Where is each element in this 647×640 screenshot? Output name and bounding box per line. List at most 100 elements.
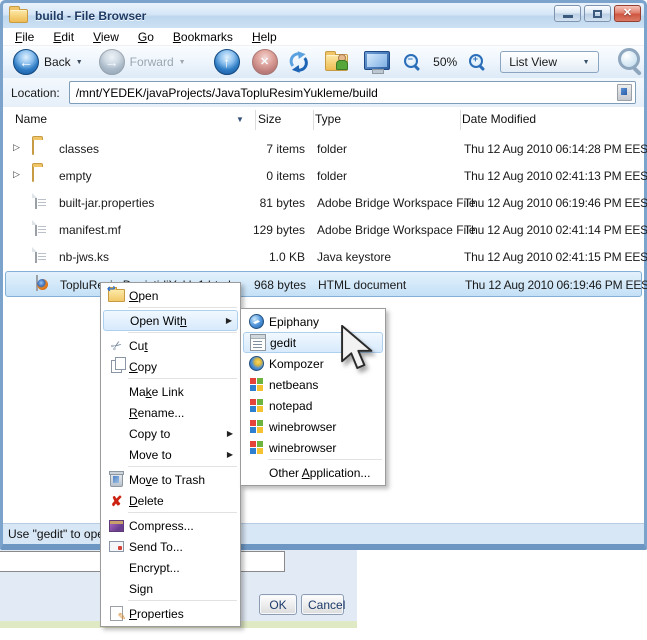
location-edit-icon[interactable] [617,84,632,101]
menu-item-open-with[interactable]: Open With ▶ [103,310,238,331]
menu-item-rename[interactable]: Rename... [103,402,238,423]
menu-item-cut[interactable]: ✂ Cut [103,335,238,356]
copy-icon [111,357,126,373]
context-menu: Open Open With ▶ ✂ Cut Copy Make Link Re… [100,282,241,627]
stop-button[interactable]: ✕ [251,49,278,75]
menu-item-delete[interactable]: ✘ Delete [103,490,238,511]
view-mode-select[interactable]: List View ▼ [500,51,599,73]
table-row-built-jar[interactable]: built-jar.properties 81 bytes Adobe Brid… [5,190,647,216]
submenu-item-winebrowser-1[interactable]: winebrowser [243,416,383,437]
file-date: Thu 12 Aug 2010 02:41:14 PM EEST [464,223,647,237]
menu-item-compress[interactable]: Compress... [103,515,238,536]
file-size: 7 items [266,142,305,156]
column-header-name[interactable]: Name [15,112,47,126]
menu-go[interactable]: Go [138,30,154,44]
back-label: Back [44,55,71,69]
submenu-item-netbeans[interactable]: netbeans [243,374,383,395]
file-size: 0 items [266,169,305,183]
column-header-type[interactable]: Type [315,112,341,126]
menu-edit[interactable]: Edit [53,30,74,44]
forward-button[interactable]: → [98,49,125,75]
menu-help[interactable]: Help [252,30,277,44]
cancel-button[interactable]: Cancel [301,594,345,615]
file-type: folder [317,142,348,156]
up-button[interactable]: ↑ [213,49,240,75]
menu-separator [128,600,237,601]
maximize-button[interactable] [584,5,611,22]
file-type: HTML document [318,278,407,292]
location-input-wrap [68,81,636,104]
menu-item-open[interactable]: Open [103,284,238,306]
submenu-item-notepad[interactable]: notepad [243,395,383,416]
folder-icon [32,166,34,182]
table-row-classes[interactable]: ▷ classes 7 items folder Thu 12 Aug 2010… [5,136,647,162]
file-icon [35,247,46,263]
menu-file[interactable]: File [15,30,34,44]
gedit-icon [249,334,266,351]
table-row-empty[interactable]: ▷ empty 0 items folder Thu 12 Aug 2010 0… [5,163,647,189]
close-button[interactable]: ✕ [614,5,641,22]
minimize-button[interactable] [554,5,581,22]
menu-item-sign[interactable]: Sign [103,578,238,599]
refresh-icon[interactable] [286,50,311,74]
forward-dropdown-icon[interactable]: ▼ [179,59,186,66]
file-name: empty [59,169,92,183]
windows-logo-icon [250,378,263,391]
file-size: 81 bytes [259,196,305,210]
back-button[interactable]: ← [13,49,39,75]
menu-item-move-to[interactable]: Move to ▶ [103,444,238,465]
column-header-size[interactable]: Size [258,112,281,126]
back-dropdown-icon[interactable]: ▼ [76,59,83,66]
ok-button[interactable]: OK [259,594,297,615]
column-headers: Name ▼ Size Type Date Modified [3,107,644,134]
compress-icon [109,519,124,532]
epiphany-icon [249,314,264,329]
window-title: build - File Browser [35,8,147,23]
sort-descending-icon: ▼ [236,115,244,124]
expander-icon[interactable]: ▷ [13,142,20,153]
menu-bookmarks[interactable]: Bookmarks [173,30,233,44]
menu-item-move-to-trash[interactable]: Move to Trash [103,469,238,490]
table-row-manifest[interactable]: manifest.mf 129 bytes Adobe Bridge Works… [5,217,647,243]
menu-view[interactable]: View [93,30,119,44]
table-row-nb-jws[interactable]: nb-jws.ks 1.0 KB Java keystore Thu 12 Au… [5,244,647,270]
computer-icon[interactable] [363,50,391,74]
menu-separator [128,307,237,308]
column-resize-handle[interactable] [313,110,314,130]
menu-item-make-link[interactable]: Make Link [103,381,238,402]
menubar: File Edit View Go Bookmarks Help [3,28,644,46]
zoom-in-button[interactable]: + [469,53,486,71]
file-type: folder [317,169,348,183]
submenu-item-winebrowser-2[interactable]: winebrowser [243,437,383,458]
titlebar[interactable]: build - File Browser ✕ [3,3,644,28]
menu-item-send-to[interactable]: Send To... [103,536,238,557]
submenu-item-other-application[interactable]: Other Application... [243,462,383,483]
location-input[interactable] [69,82,617,103]
column-header-date[interactable]: Date Modified [462,112,536,126]
zoom-out-button[interactable]: − [404,53,421,71]
column-resize-handle[interactable] [460,110,461,130]
expander-icon[interactable]: ▷ [13,169,20,180]
file-date: Thu 12 Aug 2010 06:19:46 PM EEST [465,278,647,292]
file-size: 1.0 KB [268,250,305,264]
forward-label: Forward [129,55,174,69]
submenu-arrow-icon: ▶ [226,450,233,459]
forward-arrow-icon: → [104,54,119,70]
file-date: Thu 12 Aug 2010 06:19:46 PM EEST [464,196,647,210]
maximize-icon [593,9,602,18]
search-icon[interactable] [615,47,644,77]
location-label: Location: [11,85,60,100]
menu-item-copy-to[interactable]: Copy to ▶ [103,423,238,444]
windows-logo-icon [250,420,263,433]
file-name: built-jar.properties [59,196,155,210]
up-arrow-icon: ↑ [223,54,231,70]
file-date: Thu 12 Aug 2010 02:41:15 PM EEST [464,250,647,264]
menu-item-copy[interactable]: Copy [103,356,238,377]
home-folder-icon[interactable] [325,50,348,71]
send-to-icon [109,541,124,552]
scissors-icon: ✂ [107,336,126,355]
menu-item-properties[interactable]: ✎ Properties [103,603,238,624]
menu-item-encrypt[interactable]: Encrypt... [103,557,238,578]
column-resize-handle[interactable] [255,110,256,130]
menu-separator [128,378,237,379]
